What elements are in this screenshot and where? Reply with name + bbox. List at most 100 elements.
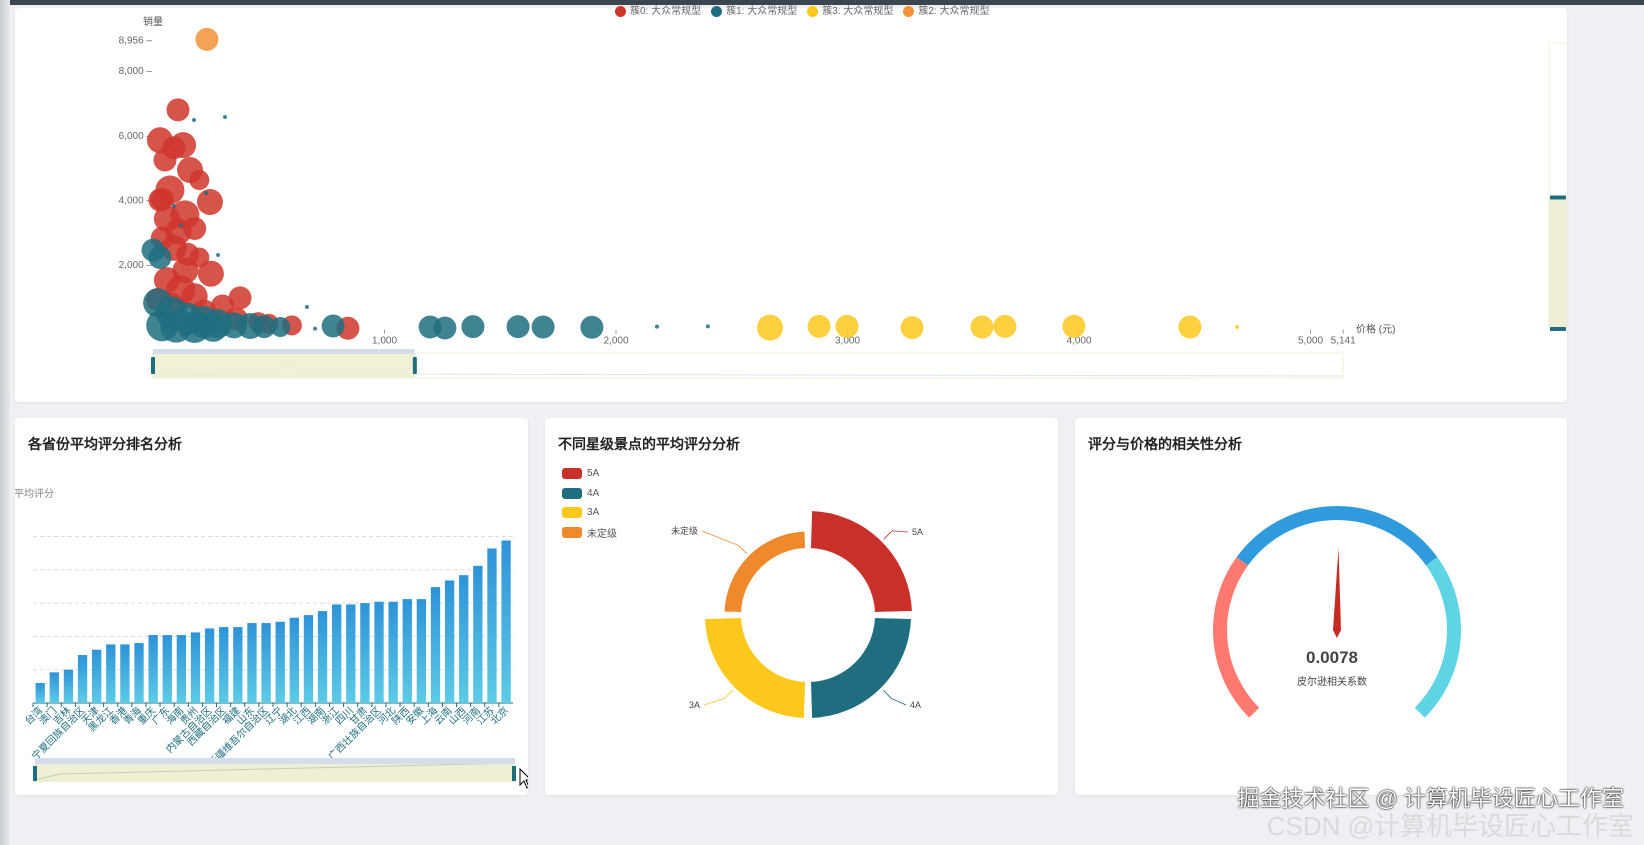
scatter-point-0 xyxy=(183,216,207,240)
x-axis-title: 价格 (元) xyxy=(1356,323,1395,336)
scatter-point-2 xyxy=(1062,314,1086,338)
scatter-point-0 xyxy=(162,136,186,160)
label-leader-line xyxy=(883,530,909,540)
gauge-value: 0.0078 xyxy=(1306,648,1358,667)
scatter-point-1 xyxy=(654,324,659,329)
scatter-point-1 xyxy=(531,315,555,339)
donut-slice[interactable] xyxy=(808,615,914,721)
bar xyxy=(63,669,74,703)
bar xyxy=(176,635,187,703)
y-datazoom-selection[interactable] xyxy=(1549,197,1567,329)
province-bar-panel: 各省份平均评分排名分析 平均评分 台湾 澳门 吉林 宁夏回族自治区 天津 黑龙江 香港 青海 重庆… xyxy=(15,418,528,795)
bar xyxy=(247,623,257,703)
scatter-point-1 xyxy=(198,312,228,342)
star-level-donut-chart: 5A 4A 3A 未定级 xyxy=(671,509,923,721)
star-level-panel: 不同星级景点的平均评分分析 5A 4A 3A 未定级 5A 4A 3A 未定级 xyxy=(545,418,1058,795)
scatter-point-1 xyxy=(148,246,172,270)
x-tick-label: 5,141 xyxy=(1331,336,1356,347)
bar xyxy=(388,601,398,703)
x-datazoom-mover[interactable] xyxy=(153,349,415,354)
scatter-point-1 xyxy=(191,117,196,122)
scatter-point-2 xyxy=(1235,324,1240,329)
slice-label: 5A xyxy=(912,527,923,537)
bar xyxy=(134,643,144,703)
scatter-point-1 xyxy=(580,315,604,339)
scatter-point-2 xyxy=(970,315,994,339)
bar xyxy=(360,603,370,703)
scatter-point-0 xyxy=(166,98,190,122)
scatter-chart: 销量2,000 –4,000 –6,000 –8,000 –8,956 –1,0… xyxy=(119,15,1567,379)
donut-slice[interactable] xyxy=(808,509,914,615)
scatter-point-2 xyxy=(835,314,859,338)
scatter-point-1 xyxy=(506,315,530,339)
bar xyxy=(261,623,271,703)
mouse-cursor-icon xyxy=(519,767,528,789)
bar xyxy=(190,632,201,703)
donut-slice[interactable] xyxy=(722,529,808,615)
scatter-point-2 xyxy=(756,314,783,341)
bar xyxy=(106,644,116,703)
slice-label: 4A xyxy=(910,700,921,710)
datazoom-mover[interactable] xyxy=(35,758,515,764)
window-left-edge xyxy=(0,0,10,845)
y-tick-label: 8,956 – xyxy=(119,35,153,46)
bar xyxy=(487,548,497,703)
bar xyxy=(219,627,229,703)
y-axis-title: 销量 xyxy=(143,15,163,28)
x-tick-label: 5,000 xyxy=(1298,336,1323,347)
bar xyxy=(204,628,215,703)
bar xyxy=(459,575,469,703)
scatter-point-1 xyxy=(313,326,318,331)
scatter-point-0 xyxy=(189,170,210,191)
bar xyxy=(444,580,455,703)
datazoom-handle-left[interactable] xyxy=(33,766,37,781)
scatter-point-1 xyxy=(222,115,227,120)
scatter-point-2 xyxy=(1178,315,1202,339)
scatter-point-1 xyxy=(461,315,485,339)
bar xyxy=(120,644,130,703)
correlation-panel: 评分与价格的相关性分析 0.0078 皮尔逊相关系数 xyxy=(1075,418,1567,795)
slice-label: 未定级 xyxy=(671,525,698,536)
bar xyxy=(332,604,342,703)
scatter-point-3 xyxy=(195,27,219,51)
y-datazoom-handle-top[interactable] xyxy=(1550,195,1566,200)
gauge-band xyxy=(1213,557,1260,718)
y-tick-label: 2,000 – xyxy=(119,260,153,271)
scatter-point-1 xyxy=(433,316,457,340)
bar xyxy=(289,617,299,703)
watermark-csdn: CSDN @计算机毕设匠心工作室 xyxy=(1266,811,1634,841)
bar xyxy=(275,621,285,703)
donut-slice[interactable] xyxy=(702,615,808,721)
datazoom-handle-right[interactable] xyxy=(512,766,516,781)
slice-label: 3A xyxy=(689,700,700,710)
x-datazoom-handle-right[interactable] xyxy=(412,357,417,374)
bar xyxy=(148,635,158,703)
y-tick-label: 8,000 – xyxy=(119,66,153,77)
correlation-gauge: 0.0078 皮尔逊相关系数 xyxy=(1213,506,1461,718)
scatter-point-2 xyxy=(993,314,1017,338)
province-bar-chart: 平均评分台湾澳门吉林宁夏回族自治区天津黑龙江香港青海重庆广东海南贵州内蒙古自治区… xyxy=(15,488,528,789)
scatter-panel: 簇0: 大众常规型 簇1: 大众常规型 簇3: 大众常规型 簇2: 大众常规型 销量 2… xyxy=(15,5,1567,402)
scatter-point-1 xyxy=(178,223,183,228)
label-leader-line xyxy=(703,689,734,706)
scatter-point-1 xyxy=(321,314,345,338)
scatter-point-2 xyxy=(900,316,924,340)
gauge-needle xyxy=(1333,548,1341,638)
bar xyxy=(162,635,172,703)
bar xyxy=(92,649,102,703)
scatter-point-1 xyxy=(705,324,710,329)
y-tick-label: 4,000 – xyxy=(119,195,153,206)
x-tick-label: 2,000 xyxy=(603,336,628,347)
bar xyxy=(430,587,441,703)
bar xyxy=(233,627,243,703)
scatter-point-1 xyxy=(216,252,221,257)
scatter-point-1 xyxy=(304,304,309,309)
scatter-point-1 xyxy=(204,190,209,195)
bar xyxy=(402,599,412,703)
x-datazoom-selection[interactable] xyxy=(153,353,415,378)
bar xyxy=(501,540,511,703)
x-datazoom-handle-left[interactable] xyxy=(151,357,155,374)
scatter-point-1 xyxy=(270,316,291,337)
bar xyxy=(35,683,45,703)
y-datazoom-handle-bottom[interactable] xyxy=(1550,327,1566,331)
